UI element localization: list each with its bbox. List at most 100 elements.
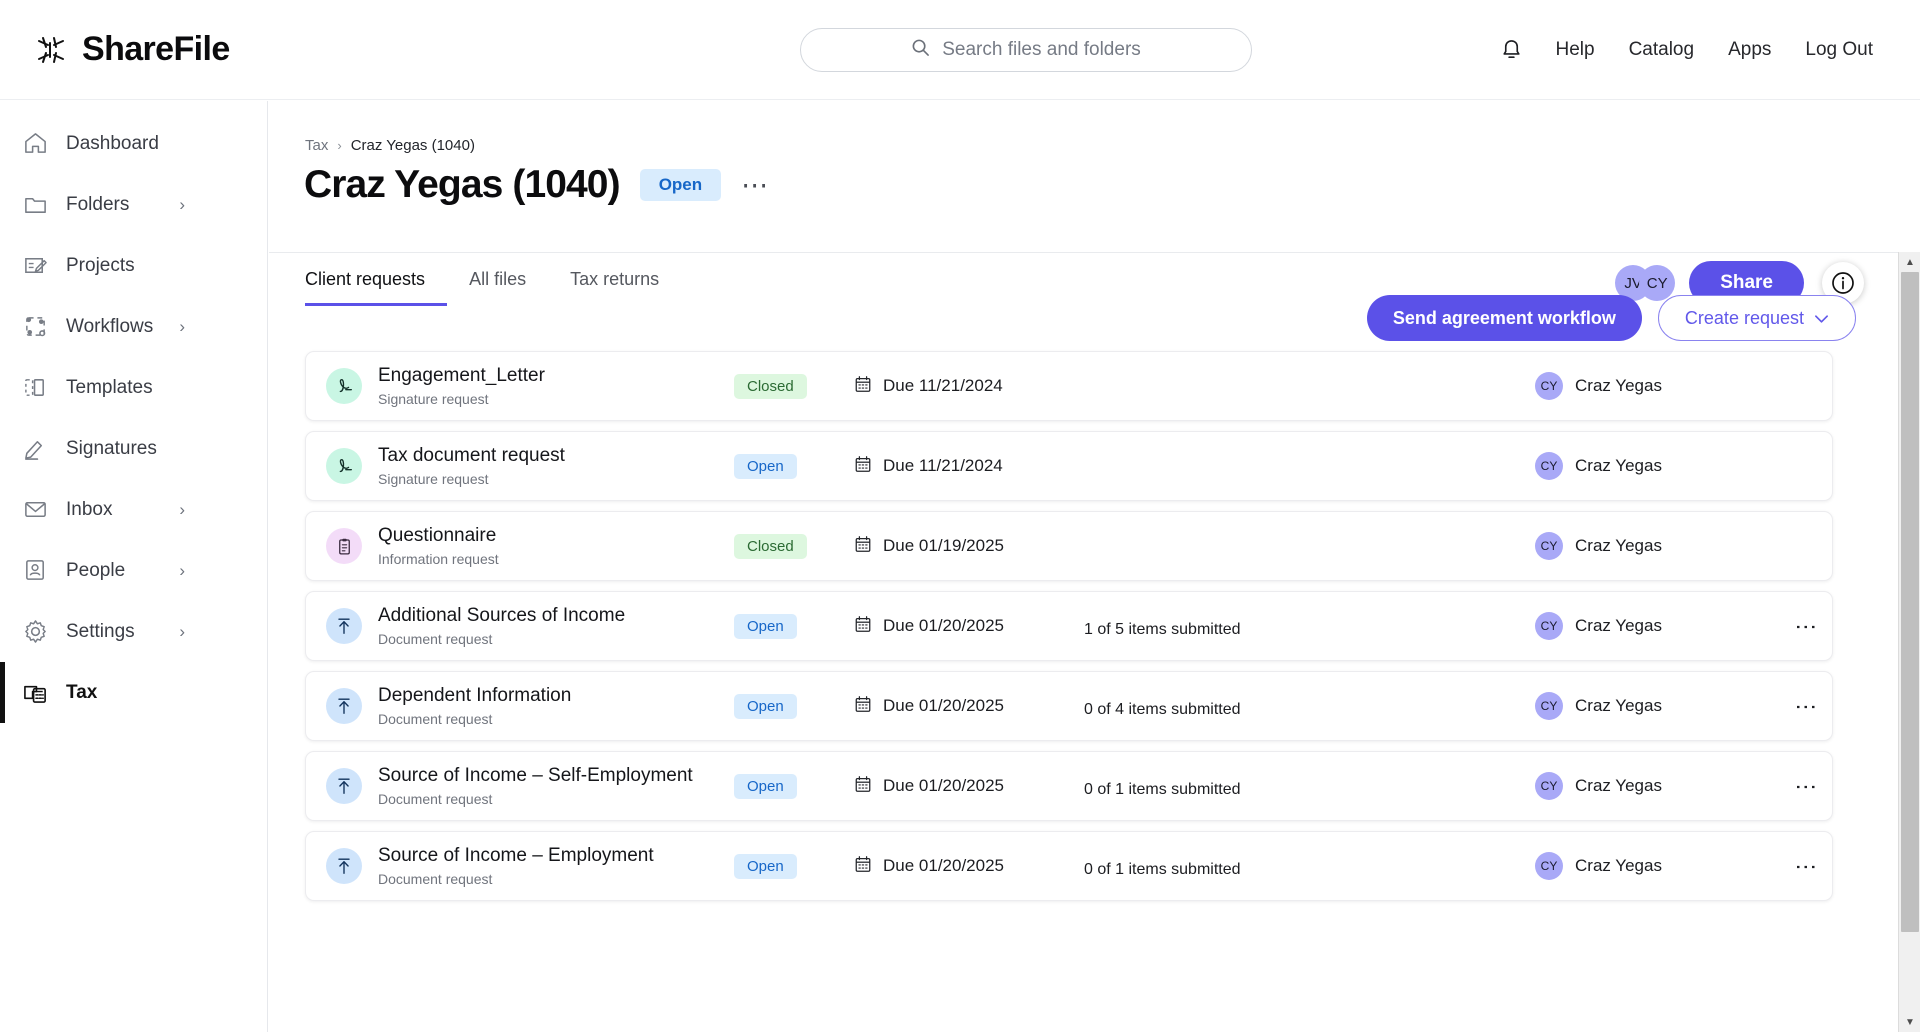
- request-row[interactable]: Engagement_Letter Signature request Closed…: [305, 351, 1833, 421]
- top-bar: ShareFile Search files and folders Help …: [0, 0, 1920, 100]
- request-status: Open: [734, 453, 854, 479]
- requests-pane: Send agreement workflow Create request E…: [269, 252, 1920, 1032]
- calendar-icon: [854, 775, 872, 798]
- scroll-down-arrow-icon[interactable]: ▼: [1899, 1012, 1920, 1032]
- row-more-options-icon[interactable]: ⋮: [1794, 696, 1819, 717]
- create-request-label: Create request: [1684, 307, 1804, 328]
- request-row[interactable]: Source of Income – Employment Document re…: [305, 831, 1833, 901]
- brand-logo[interactable]: ShareFile: [34, 30, 230, 69]
- avatar: CY: [1535, 532, 1563, 560]
- topnav-help[interactable]: Help: [1539, 26, 1612, 74]
- signature-pen-icon: [22, 436, 48, 462]
- request-owner: CY Craz Yegas: [1535, 852, 1662, 880]
- row-more-options-icon[interactable]: ⋮: [1794, 856, 1819, 877]
- due-date-label: Due 11/21/2024: [883, 456, 1003, 475]
- sidebar-item-label: Workflows: [66, 315, 154, 337]
- request-title: Questionnaire: [378, 524, 497, 546]
- scrollbar-thumb[interactable]: [1901, 272, 1919, 932]
- bell-icon[interactable]: [1484, 38, 1539, 63]
- request-row[interactable]: Source of Income – Self-Employment Docume…: [305, 751, 1833, 821]
- topnav-apps[interactable]: Apps: [1711, 26, 1788, 74]
- tax-calculator-icon: [22, 680, 48, 706]
- request-title: Source of Income – Employment: [378, 844, 654, 866]
- signature-icon: [326, 448, 362, 484]
- sidebar-item-settings[interactable]: Settings ›: [0, 601, 267, 662]
- home-icon: [22, 131, 48, 157]
- top-navigation: Help Catalog Apps Log Out: [1484, 26, 1891, 74]
- sidebar-item-label: Dashboard: [66, 132, 159, 154]
- request-due-date: Due 01/20/2025: [854, 695, 1084, 718]
- topnav-catalog[interactable]: Catalog: [1612, 26, 1712, 74]
- request-status: Open: [734, 853, 854, 879]
- request-status: Open: [734, 613, 854, 639]
- row-more-options-icon[interactable]: ⋮: [1794, 616, 1819, 637]
- upload-icon: [326, 768, 362, 804]
- request-text: Tax document request Signature request: [378, 444, 708, 489]
- calendar-icon: [854, 695, 872, 718]
- chevron-right-icon: ›: [179, 560, 185, 580]
- request-subtitle: Signature request: [378, 390, 489, 407]
- request-due-date: Due 01/20/2025: [854, 855, 1084, 878]
- request-text: Source of Income – Self-Employment Docume…: [378, 764, 708, 809]
- sidebar-item-label: Folders: [66, 193, 130, 215]
- signature-icon: [326, 368, 362, 404]
- calendar-icon: [854, 615, 872, 638]
- due-date-label: Due 01/20/2025: [883, 856, 1004, 875]
- upload-icon: [326, 688, 362, 724]
- sidebar-item-dashboard[interactable]: Dashboard: [0, 113, 267, 174]
- avatar: CY: [1535, 452, 1563, 480]
- request-owner: CY Craz Yegas: [1535, 532, 1662, 560]
- sidebar-item-inbox[interactable]: Inbox ›: [0, 479, 267, 540]
- sidebar-item-templates[interactable]: Templates: [0, 357, 267, 418]
- request-owner: CY Craz Yegas: [1535, 612, 1662, 640]
- vertical-scrollbar[interactable]: ▲ ▼: [1898, 252, 1920, 1032]
- avatar: CY: [1535, 692, 1563, 720]
- search-input[interactable]: Search files and folders: [800, 28, 1252, 72]
- folder-icon: [22, 192, 48, 218]
- breadcrumb-root[interactable]: Tax: [305, 137, 328, 154]
- request-subtitle: Document request: [378, 790, 493, 807]
- request-text: Engagement_Letter Signature request: [378, 364, 708, 409]
- request-status: Closed: [734, 373, 854, 399]
- more-options-icon[interactable]: ⋯: [741, 172, 770, 199]
- request-status: Open: [734, 693, 854, 719]
- request-subtitle: Signature request: [378, 470, 489, 487]
- request-text: Dependent Information Document request: [378, 684, 708, 729]
- sidebar-item-folders[interactable]: Folders ›: [0, 174, 267, 235]
- status-badge: Closed: [734, 373, 807, 399]
- sidebar-item-people[interactable]: People ›: [0, 540, 267, 601]
- topnav-log-out[interactable]: Log Out: [1788, 26, 1890, 74]
- request-owner: CY Craz Yegas: [1535, 772, 1662, 800]
- scroll-up-arrow-icon[interactable]: ▲: [1899, 252, 1920, 272]
- sidebar-item-label: Projects: [66, 254, 135, 276]
- sidebar-item-workflows[interactable]: Workflows ›: [0, 296, 267, 357]
- breadcrumb: Tax › Craz Yegas (1040): [305, 137, 475, 154]
- request-due-date: Due 01/20/2025: [854, 775, 1084, 798]
- sidebar-item-tax[interactable]: Tax: [0, 662, 267, 723]
- request-row[interactable]: Additional Sources of Income Document req…: [305, 591, 1833, 661]
- sidebar-item-label: Inbox: [66, 498, 113, 520]
- calendar-icon: [854, 455, 872, 478]
- create-request-button[interactable]: Create request: [1657, 295, 1856, 341]
- sidebar-item-signatures[interactable]: Signatures: [0, 418, 267, 479]
- row-more-options-icon[interactable]: ⋮: [1794, 776, 1819, 797]
- sidebar-item-projects[interactable]: Projects: [0, 235, 267, 296]
- request-row[interactable]: Tax document request Signature request Ope…: [305, 431, 1833, 501]
- owner-name: Craz Yegas: [1575, 536, 1662, 555]
- request-title: Additional Sources of Income: [378, 604, 626, 626]
- request-progress: 0 of 1 items submitted: [1084, 773, 1334, 799]
- templates-icon: [22, 375, 48, 401]
- chevron-right-icon: ›: [179, 316, 185, 336]
- request-title: Engagement_Letter: [378, 364, 545, 386]
- calendar-icon: [854, 855, 872, 878]
- send-agreement-workflow-button[interactable]: Send agreement workflow: [1366, 295, 1642, 341]
- status-badge: Open: [734, 693, 797, 719]
- sharefile-asterisk-icon: [34, 33, 68, 67]
- request-due-date: Due 01/19/2025: [854, 535, 1084, 558]
- request-row[interactable]: Questionnaire Information request Closed Du…: [305, 511, 1833, 581]
- search-container[interactable]: Search files and folders: [800, 28, 1252, 72]
- request-row[interactable]: Dependent Information Document request Ope…: [305, 671, 1833, 741]
- due-date-label: Due 01/20/2025: [883, 616, 1004, 635]
- status-badge: Open: [734, 853, 797, 879]
- sidebar-item-label: People: [66, 559, 126, 581]
